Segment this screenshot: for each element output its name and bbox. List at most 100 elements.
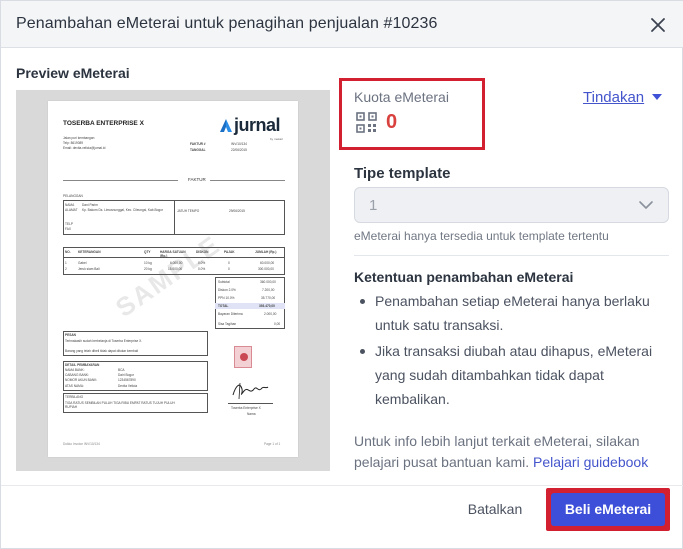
doc-payment-header: DETAIL PEMBAYARAN (65, 363, 100, 367)
doc-signature-role: Nama (247, 412, 256, 416)
emeterai-stamp-icon (234, 346, 252, 368)
rule-text: Jika transaksi diubah atau dihapus, eMet… (375, 343, 653, 407)
preview-label: Preview eMeterai (16, 65, 130, 81)
signature-icon (232, 382, 269, 400)
close-icon (651, 18, 665, 32)
buy-emeterai-button[interactable]: Beli eMeterai (546, 488, 670, 531)
doc-table-cell: 0 (228, 267, 230, 271)
preview-panel: TOSERBA ENTERPRISE X Jalan puri kembanga… (16, 90, 330, 471)
doc-payment-value: 1234567890 (118, 378, 136, 382)
doc-brand-sub: by mekari (270, 137, 284, 141)
bullet-icon (360, 299, 365, 304)
doc-table-cell: 2 (65, 267, 67, 271)
doc-total-value: 393.470,00 (259, 304, 275, 308)
doc-total-value: 0,00 (274, 322, 281, 326)
doc-total-label: Bayaran Diterima (218, 312, 243, 316)
doc-due-value: 29/06/2015 (229, 209, 245, 213)
doc-customer-label: TELP (65, 222, 73, 226)
doc-customer-value: Kp. Bakom Ds. Limusnunggal, Kec. Cileung… (82, 208, 163, 212)
doc-message-line: Barang yang telah dibeli tidak dapat dit… (65, 349, 139, 353)
doc-table-header: NO. (65, 250, 71, 254)
doc-table-header: HARGA SATUAN (Rp.) (160, 250, 186, 258)
emeterai-modal: Penambahan eMeterai untuk penagihan penj… (0, 0, 683, 549)
cancel-button[interactable]: Batalkan (456, 497, 534, 522)
doc-due-label: JATUH TEMPO (177, 209, 200, 213)
rule-item: Penambahan setiap eMeterai hanya berlaku… (354, 289, 674, 337)
rule-text: Penambahan setiap eMeterai hanya berlaku… (375, 293, 650, 333)
doc-total-label: Diskon 2.0% (218, 288, 236, 292)
doc-payment-label: ATAS NAMA: (65, 384, 84, 388)
footer-divider (1, 485, 683, 486)
doc-table-cell: 0.0% (198, 267, 206, 271)
doc-payment-value: Devita Velicia (118, 384, 138, 388)
doc-table-header: PAJAK (224, 250, 235, 254)
buy-emeterai-label: Beli eMeterai (551, 493, 665, 526)
info-text: Untuk info lebih lanjut terkait eMeterai… (354, 431, 674, 473)
doc-table-header: DISKON (196, 250, 209, 254)
close-button[interactable] (647, 14, 669, 36)
modal-title: Penambahan eMeterai untuk penagihan penj… (16, 15, 438, 32)
doc-footer-right: Page 1 of 1 (264, 442, 281, 446)
template-type-select[interactable]: 1 (354, 187, 669, 223)
doc-customer-value: Dani Parim (82, 203, 98, 207)
guidebook-link[interactable]: Pelajari guidebook (533, 454, 648, 470)
doc-table-cell: 15.000,00 (168, 267, 183, 271)
doc-terbilang-text: TIGA RATUS SEMBILAN PULUH TIGA RIBU EMPA… (65, 401, 175, 409)
doc-total-value: 360.000,00 (260, 280, 276, 284)
doc-table-cell: 6.000,00 (170, 261, 183, 265)
doc-total-value: 2.000,00 (264, 312, 277, 316)
template-help-text: eMeterai hanya tersedia untuk template t… (354, 229, 609, 243)
doc-customer-header: PELANGGAN (63, 194, 83, 198)
doc-address-line: Telp: 8619089 (63, 141, 84, 145)
doc-total-label: Subtotal (218, 280, 230, 284)
doc-customer-label: ALAMAT (65, 208, 78, 212)
doc-title: FAKTUR (188, 177, 206, 182)
doc-signature-name: Toserba Enterprise X (231, 406, 261, 410)
qr-code-icon (356, 112, 377, 133)
doc-total-label: PPN 10.0% (218, 296, 235, 300)
doc-total-value: 7.200,00 (262, 288, 275, 292)
doc-table-cell: 20 kg (144, 267, 152, 271)
section-divider (354, 255, 669, 256)
doc-payment-value: Dairi Bogor (118, 373, 134, 377)
caret-down-icon[interactable] (652, 94, 662, 100)
quota-label: Kuota eMeterai (354, 89, 449, 105)
doc-table-cell: 300.000,00 (258, 267, 274, 271)
doc-message-line: Terimakasih sudah berbelanja di Toserba … (65, 339, 143, 343)
actions-dropdown[interactable]: Tindakan (583, 89, 644, 106)
doc-table-cell: 10 kg (144, 261, 152, 265)
doc-meta-label: FAKTUR # (190, 142, 206, 146)
doc-table-cell: Jeruk siam Bali (78, 267, 100, 271)
doc-divider (63, 180, 178, 181)
jurnal-logo-icon (220, 119, 232, 132)
doc-divider (210, 180, 285, 181)
template-type-label: Tipe template (354, 165, 451, 182)
doc-table-header: KETERANGAN (78, 250, 101, 254)
invoice-preview-document: TOSERBA ENTERPRISE X Jalan puri kembanga… (48, 101, 298, 457)
chevron-down-icon (639, 201, 653, 209)
doc-payment-value: BCA (118, 368, 125, 372)
template-type-value: 1 (369, 197, 378, 214)
doc-address-line: Jalan puri kembangan (63, 136, 95, 140)
doc-address-line: Email: devita.velicia@jurnal.id (63, 146, 106, 150)
doc-watermark: SAMPLE (109, 229, 226, 323)
doc-meta-label: TANGGAL (190, 148, 206, 152)
doc-customer-label: NAMA (65, 203, 75, 207)
doc-table-cell: 0 (228, 261, 230, 265)
doc-table-cell: Gabel (78, 261, 87, 265)
doc-meta-value: INV/10/134 (231, 142, 247, 146)
bullet-icon (360, 349, 365, 354)
doc-signature-line (228, 403, 273, 404)
doc-payment-label: CABANG BANK: (65, 373, 89, 377)
doc-brand-logo: jurnal (234, 115, 281, 135)
modal-header: Penambahan eMeterai untuk penagihan penj… (1, 1, 683, 48)
doc-payment-label: NAMA BANK: (65, 368, 85, 372)
rules-list: Penambahan setiap eMeterai hanya berlaku… (354, 289, 674, 413)
doc-footer-left: Dokko Invoice INV/10/134 (63, 442, 100, 446)
doc-meta-value: 22/06/2015 (231, 148, 247, 152)
doc-total-label: TOTAL (218, 304, 229, 308)
rules-title: Ketentuan penambahan eMeterai (354, 269, 574, 285)
rule-item: Jika transaksi diubah atau dihapus, eMet… (354, 339, 674, 411)
doc-table-header: JUMLAH (Rp.) (255, 250, 277, 254)
quota-value: 0 (386, 111, 398, 133)
